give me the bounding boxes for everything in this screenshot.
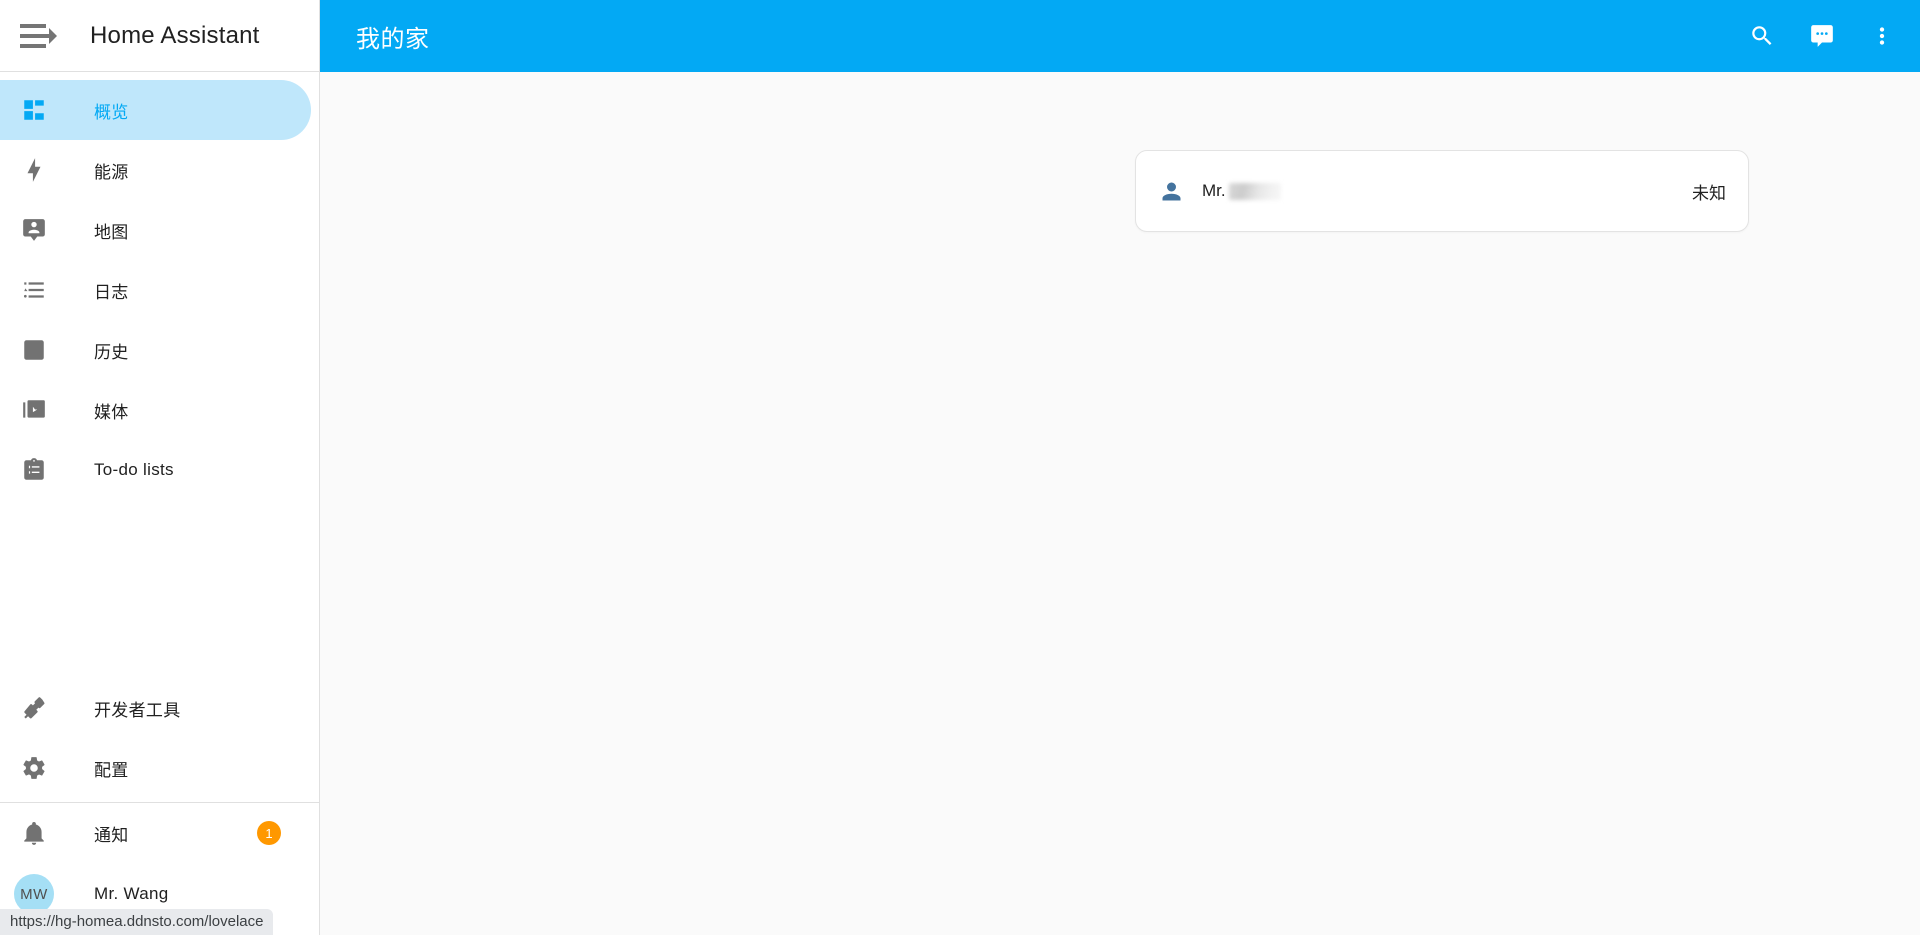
- cog-icon: [20, 754, 48, 782]
- sidebar-nav-bottom: 开发者工具 配置 通知 1 MW Mr. Wang: [0, 678, 319, 935]
- home-assistant-app: Home Assistant 概览 能源 地图 日志 历史 媒体 To-do l…: [0, 0, 1920, 935]
- entities-card[interactable]: Mr. 未知: [1135, 150, 1749, 232]
- map-marker-account-icon: [20, 216, 48, 244]
- menu-open-icon[interactable]: [14, 12, 62, 60]
- sidebar-item-todo-lists[interactable]: To-do lists: [0, 440, 311, 500]
- sidebar-item-label: 开发者工具: [94, 700, 181, 720]
- sidebar-nav-top: 概览 能源 地图 日志 历史 媒体 To-do lists: [0, 72, 319, 500]
- sidebar-item-notifications[interactable]: 通知 1: [0, 803, 311, 863]
- entity-row[interactable]: Mr. 未知: [1158, 178, 1726, 205]
- clipboard-list-icon: [20, 456, 48, 484]
- avatar: MW: [14, 874, 54, 914]
- sidebar-item-energy[interactable]: 能源: [0, 140, 311, 200]
- sidebar-item-label: 历史: [94, 342, 129, 362]
- sidebar-item-logbook[interactable]: 日志: [0, 260, 311, 320]
- play-box-multiple-icon: [20, 396, 48, 424]
- lovelace-view: Mr. 未知: [320, 72, 1920, 935]
- sidebar-item-label: 地图: [94, 222, 129, 242]
- sidebar-item-map[interactable]: 地图: [0, 200, 311, 260]
- format-list-bulleted-icon: [20, 276, 48, 304]
- sidebar-item-label: 概览: [94, 102, 129, 122]
- account-icon[interactable]: [1158, 178, 1198, 205]
- sidebar-item-label: 能源: [94, 162, 129, 182]
- sidebar-item-label: To-do lists: [94, 460, 174, 479]
- sidebar-item-history[interactable]: 历史: [0, 320, 311, 380]
- top-toolbar: 我的家: [320, 0, 1920, 72]
- sidebar-item-label: 通知: [94, 825, 129, 845]
- sidebar-item-media[interactable]: 媒体: [0, 380, 311, 440]
- sidebar-item-settings[interactable]: 配置: [0, 738, 311, 798]
- browser-status-url: https://hg-homea.ddnsto.com/lovelace: [0, 909, 274, 935]
- sidebar-header: Home Assistant: [0, 0, 319, 72]
- main-content: 我的家 Mr. 未知: [320, 0, 1920, 935]
- entity-name: Mr.: [1202, 181, 1281, 201]
- redacted-name-blur: [1228, 182, 1281, 200]
- user-name-label: Mr. Wang: [94, 884, 169, 903]
- app-title: Home Assistant: [90, 21, 260, 49]
- bell-icon: [20, 819, 48, 847]
- sidebar-item-label: 配置: [94, 760, 129, 780]
- view-dashboard-icon: [20, 96, 48, 124]
- notification-badge: 1: [257, 821, 281, 845]
- sidebar-item-label: 媒体: [94, 402, 129, 422]
- lightning-bolt-icon: [20, 156, 48, 184]
- sidebar-item-label: 日志: [94, 282, 129, 302]
- chart-box-icon: [20, 336, 48, 364]
- sidebar: Home Assistant 概览 能源 地图 日志 历史 媒体 To-do l…: [0, 0, 320, 935]
- entity-name-prefix: Mr.: [1202, 181, 1226, 200]
- sidebar-item-developer-tools[interactable]: 开发者工具: [0, 678, 311, 738]
- assist-chat-icon[interactable]: [1798, 12, 1846, 60]
- sidebar-item-overview[interactable]: 概览: [0, 80, 311, 140]
- search-icon[interactable]: [1738, 12, 1786, 60]
- hammer-icon: [20, 694, 48, 722]
- entity-state[interactable]: 未知: [1692, 179, 1726, 204]
- page-title: 我的家: [356, 25, 430, 53]
- dots-vertical-icon[interactable]: [1858, 12, 1906, 60]
